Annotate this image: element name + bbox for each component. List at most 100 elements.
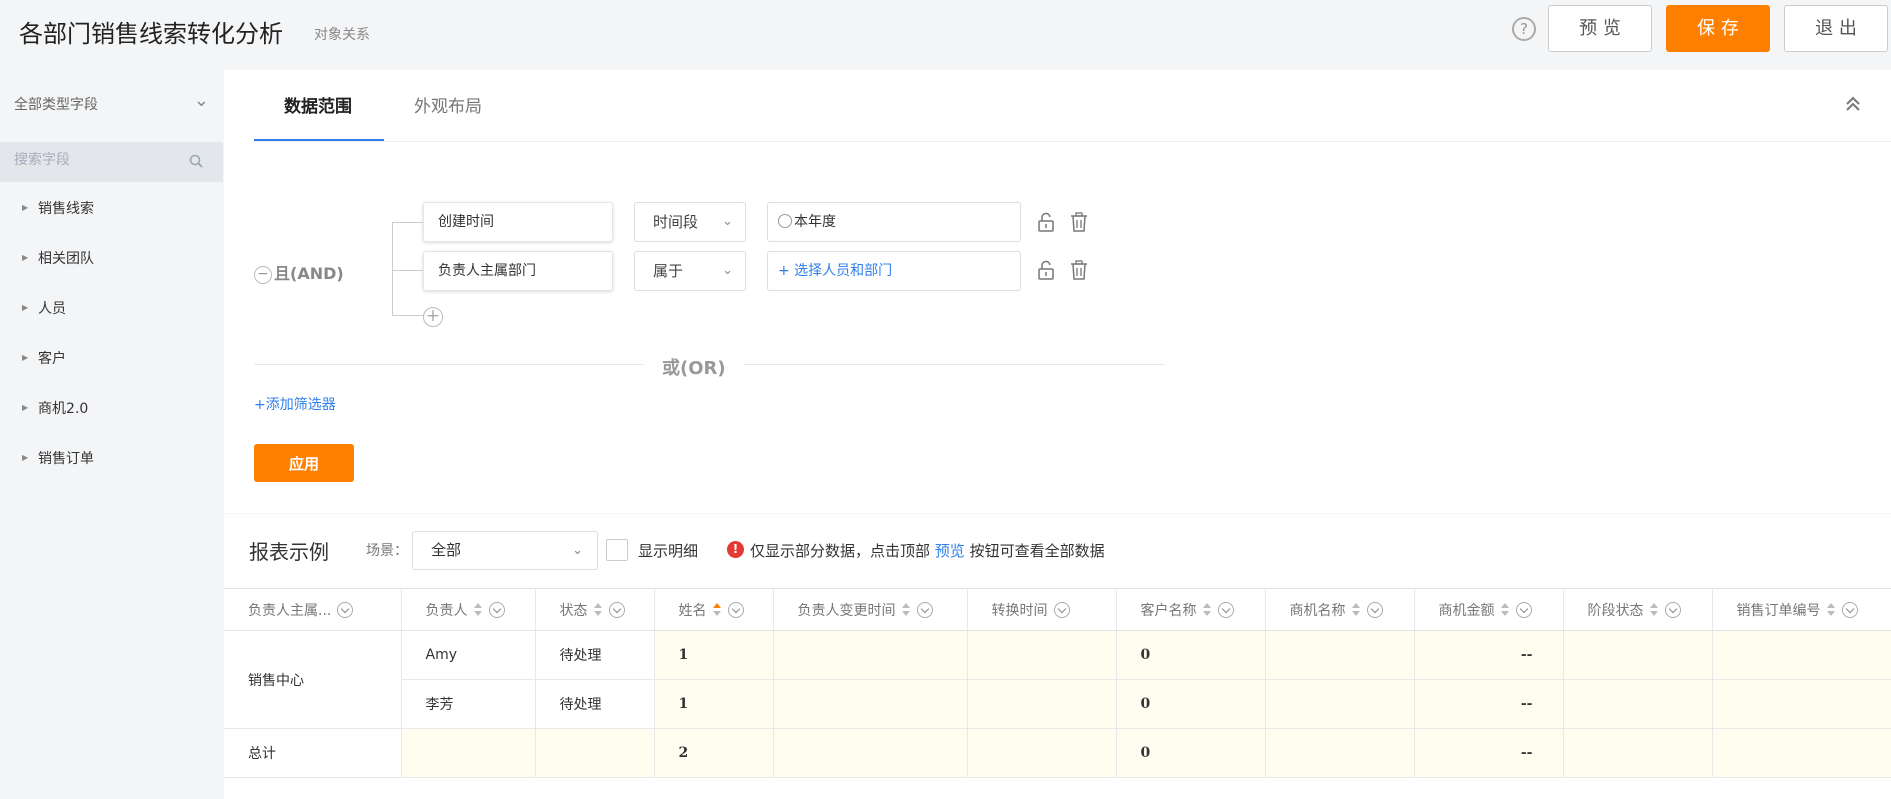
chevron-down-icon: ⌄ <box>722 214 733 229</box>
collapse-up-icon[interactable] <box>1843 94 1863 114</box>
add-filter-link[interactable]: +添加筛选器 <box>254 394 336 414</box>
table-cell: 0 <box>1116 630 1266 680</box>
column-menu-icon[interactable] <box>1664 601 1681 618</box>
sidebar-item-opportunity[interactable]: ▶ 商机2.0 <box>0 398 223 448</box>
total-label: 总计 <box>224 728 402 778</box>
sidebar-item-order[interactable]: ▶ 销售订单 <box>0 448 223 498</box>
notice-preview-link[interactable]: 预览 <box>935 542 965 560</box>
table-header-row: 负责人主属... 负责人 状态 姓名 负责人变更时间 转换时间 客户名称 商机名… <box>224 588 1891 631</box>
column-menu-icon[interactable] <box>916 601 933 618</box>
notice-text: 按钮可查看全部数据 <box>964 542 1105 560</box>
column-header[interactable]: 阶段状态 <box>1563 588 1713 631</box>
table-cell <box>773 728 968 778</box>
unlock-icon[interactable] <box>1037 260 1055 280</box>
table-cell: 0 <box>1116 728 1266 778</box>
caret-right-icon: ▶ <box>22 403 29 412</box>
sidebar-item-label: 商机2.0 <box>38 401 89 417</box>
scene-select[interactable]: 全部 ⌄ <box>412 531 598 570</box>
tab-data-range[interactable]: 数据范围 <box>284 92 352 117</box>
chevron-down-icon: ⌄ <box>193 90 209 111</box>
table-row: 李芳 待处理 1 0 -- <box>224 679 1891 729</box>
column-menu-icon[interactable] <box>1515 601 1532 618</box>
minus-icon[interactable]: − <box>254 265 272 284</box>
notice-text: 仅显示部分数据，点击顶部 <box>750 542 935 560</box>
sidebar-item-leads[interactable]: ▶ 销售线索 <box>0 198 223 248</box>
trash-icon[interactable] <box>1070 212 1088 232</box>
show-detail-checkbox[interactable] <box>606 539 628 561</box>
column-header[interactable]: 状态 <box>535 588 655 631</box>
unlock-icon[interactable] <box>1037 212 1055 232</box>
and-group-toggle[interactable]: − 且(AND) <box>254 260 344 284</box>
condition-field-1[interactable]: 创建时间 <box>423 202 613 242</box>
column-header[interactable]: 销售订单编号 <box>1712 588 1891 631</box>
scene-label: 场景： <box>366 543 408 559</box>
column-menu-icon[interactable] <box>1053 601 1070 618</box>
sort-icon[interactable] <box>1351 602 1361 617</box>
sort-icon[interactable] <box>1500 602 1510 617</box>
chevron-down-icon: ⌄ <box>572 543 583 558</box>
sort-icon[interactable] <box>1826 602 1836 617</box>
column-menu-icon[interactable] <box>1366 601 1383 618</box>
partial-data-notice: 仅显示部分数据，点击顶部 预览 按钮可查看全部数据 <box>750 540 1105 561</box>
column-header[interactable]: 商机名称 <box>1265 588 1415 631</box>
sidebar-item-team[interactable]: ▶ 相关团队 <box>0 248 223 298</box>
column-header[interactable]: 负责人主属... <box>224 588 402 631</box>
sidebar-item-label: 人员 <box>38 301 66 317</box>
page-title: 各部门销售线索转化分析 <box>19 20 283 48</box>
trash-icon[interactable] <box>1070 260 1088 280</box>
field-search-input[interactable] <box>14 152 184 168</box>
column-header[interactable]: 姓名 <box>654 588 774 631</box>
exit-button[interactable]: 退 出 <box>1784 5 1888 52</box>
sort-asc-icon[interactable] <box>712 602 722 617</box>
condition-operator-1[interactable]: 时间段 ⌄ <box>634 202 746 242</box>
help-icon[interactable]: ? <box>1512 17 1536 41</box>
sort-icon[interactable] <box>1649 602 1659 617</box>
table-cell <box>773 630 968 680</box>
sort-icon[interactable] <box>901 602 911 617</box>
sort-icon[interactable] <box>593 602 603 617</box>
condition-operator-2[interactable]: 属于 ⌄ <box>634 251 746 291</box>
column-menu-icon[interactable] <box>727 601 744 618</box>
condition-value-2[interactable]: + 选择人员和部门 <box>767 251 1021 291</box>
caret-right-icon: ▶ <box>22 353 29 362</box>
tab-layout[interactable]: 外观布局 <box>414 92 482 117</box>
column-header[interactable]: 客户名称 <box>1116 588 1266 631</box>
sort-icon[interactable] <box>1202 602 1212 617</box>
table-cell: -- <box>1414 679 1564 729</box>
table-cell: -- <box>1414 630 1564 680</box>
sidebar-item-customer[interactable]: ▶ 客户 <box>0 348 223 398</box>
column-header[interactable]: 负责人变更时间 <box>773 588 968 631</box>
save-button[interactable]: 保 存 <box>1666 5 1770 52</box>
caret-right-icon: ▶ <box>22 303 29 312</box>
column-menu-icon[interactable] <box>1217 601 1234 618</box>
table-cell <box>1712 679 1891 729</box>
column-header[interactable]: 转换时间 <box>967 588 1117 631</box>
condition-value-1[interactable]: 本年度 <box>767 202 1021 242</box>
report-table: 负责人主属... 负责人 状态 姓名 负责人变更时间 转换时间 客户名称 商机名… <box>224 588 1891 778</box>
condition-bracket <box>392 222 423 316</box>
column-header[interactable]: 负责人 <box>401 588 536 631</box>
config-panel: 数据范围 外观布局 − 且(AND) 创建时间 时间段 ⌄ 本年度 负责人主属部门… <box>224 70 1891 513</box>
column-menu-icon[interactable] <box>488 601 505 618</box>
search-icon[interactable] <box>189 154 203 168</box>
top-header: 各部门销售线索转化分析 对象关系 ? 预 览 保 存 退 出 <box>0 0 1891 70</box>
scene-value: 全部 <box>431 541 462 559</box>
table-cell: 2 <box>654 728 774 778</box>
column-header[interactable]: 商机金额 <box>1414 588 1564 631</box>
table-cell <box>773 679 968 729</box>
apply-button[interactable]: 应用 <box>254 444 354 482</box>
sort-icon[interactable] <box>473 602 483 617</box>
add-condition-icon[interactable]: + <box>423 307 443 327</box>
preview-button[interactable]: 预 览 <box>1548 5 1652 52</box>
column-menu-icon[interactable] <box>1841 601 1858 618</box>
column-menu-icon[interactable] <box>337 601 354 618</box>
or-label: 或(OR) <box>644 354 744 380</box>
table-cell <box>1563 728 1713 778</box>
sidebar-item-person[interactable]: ▶ 人员 <box>0 298 223 348</box>
column-menu-icon[interactable] <box>608 601 625 618</box>
show-detail-label: 显示明细 <box>638 542 699 560</box>
table-cell: 待处理 <box>535 679 655 729</box>
condition-field-2[interactable]: 负责人主属部门 <box>423 251 613 291</box>
caret-right-icon: ▶ <box>22 203 29 212</box>
field-type-select[interactable]: 全部类型字段 ⌄ <box>14 90 209 114</box>
